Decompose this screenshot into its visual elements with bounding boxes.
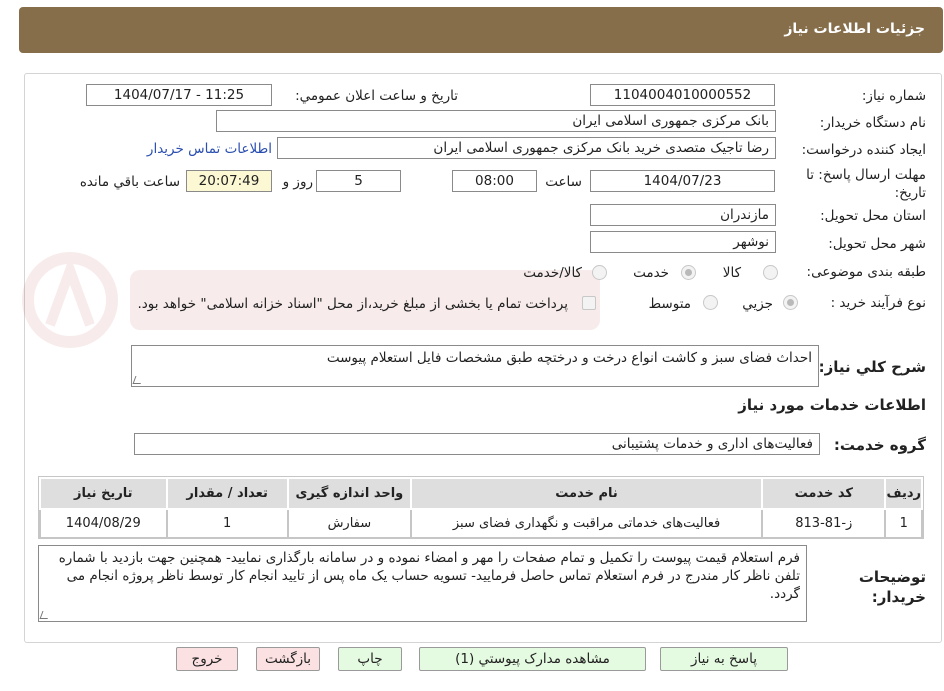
process-option-medium: متوسط	[648, 296, 691, 312]
treasury-note: پرداخت تمام یا بخشی از مبلغ خرید،از محل …	[137, 296, 568, 312]
column-header-row-number: رديف	[884, 477, 923, 510]
province-label: استان محل تحویل:	[820, 208, 926, 224]
services-table: رديف کد خدمت نام خدمت واحد اندازه گيری ت…	[38, 476, 924, 539]
summary-textarea: احداث فضای سبز و کاشت انواع درخت و درختچ…	[131, 345, 819, 387]
need-number-label: شماره نیاز:	[861, 88, 926, 104]
column-header-need-date: تاريخ نياز	[39, 477, 168, 510]
deadline-label: مهلت ارسال پاسخ: تا تاریخ:	[806, 167, 926, 201]
treasury-checkbox[interactable]	[582, 296, 596, 310]
cell-service-name: فعالیت‌های خدماتی مراقبت و نگهداری فضای …	[409, 508, 764, 538]
category-radio-goods-service[interactable]	[592, 265, 607, 280]
buyer-org-field: بانک مرکزی جمهوری اسلامی ایران	[216, 110, 776, 132]
category-option-goods-service: کالا/خدمت	[523, 265, 582, 281]
province-field: مازندران	[590, 204, 776, 226]
category-option-goods: کالا	[722, 265, 741, 281]
column-header-unit: واحد اندازه گيری	[286, 477, 412, 510]
process-label: نوع فرآیند خرید :	[830, 295, 926, 311]
page-title: جزئیات اطلاعات نیاز	[784, 21, 925, 37]
announce-field: 1404/07/17 - 11:25	[86, 84, 272, 106]
category-label: طبقه بندی موضوعی:	[806, 264, 926, 280]
city-label: شهر محل تحویل:	[828, 236, 926, 252]
exit-button[interactable]: خروج	[176, 647, 238, 671]
column-header-quantity: تعداد / مقدار	[165, 477, 289, 510]
column-header-service-code: کد خدمت	[761, 477, 887, 510]
buyer-notes-text: فرم استعلام قیمت پیوست را تکمیل و تمام ص…	[58, 550, 800, 602]
days-label: روز و	[282, 174, 313, 190]
header-bar: جزئیات اطلاعات نیاز	[19, 7, 943, 53]
category-option-service: خدمت	[633, 265, 669, 281]
cell-service-code: ز-81-813	[761, 508, 887, 538]
back-button[interactable]: بازگشت	[256, 647, 320, 671]
buyer-contact-link[interactable]: اطلاعات تماس خريدار	[147, 141, 272, 157]
remaining-label: ساعت باقي مانده	[79, 174, 180, 190]
view-attachments-button[interactable]: مشاهده مدارک پيوستي (1)	[419, 647, 646, 671]
time-label: ساعت	[545, 174, 582, 190]
remaining-time-field: 20:07:49	[186, 170, 272, 192]
buyer-notes-label: توضيحات خريدار:	[858, 568, 926, 606]
table-header-row: رديف کد خدمت نام خدمت واحد اندازه گيری ت…	[39, 477, 923, 510]
cell-unit: سفارش	[286, 508, 412, 538]
summary-text: احداث فضای سبز و کاشت انواع درخت و درختچ…	[326, 350, 812, 366]
deadline-time-field: 08:00	[452, 170, 537, 192]
requester-label: ايجاد کننده درخواست:	[801, 142, 926, 158]
buyer-notes-textarea: فرم استعلام قیمت پیوست را تکمیل و تمام ص…	[38, 545, 807, 622]
announce-label: تاریخ و ساعت اعلان عمومي:	[295, 88, 458, 104]
need-number-field: 1104004010000552	[590, 84, 775, 106]
cell-quantity: 1	[165, 508, 289, 538]
city-field: نوشهر	[590, 231, 776, 253]
summary-label: شرح كلي نياز:	[818, 358, 926, 376]
cell-need-date: 1404/08/29	[39, 508, 168, 538]
buyer-org-label: نام دستگاه خريدار:	[819, 115, 926, 131]
service-group-label: گروه خدمت:	[833, 436, 926, 454]
service-group-field: فعالیت‌های اداری و خدمات پشتیبانی	[134, 433, 820, 455]
deadline-date-field: 1404/07/23	[590, 170, 775, 192]
process-radio-medium[interactable]	[703, 295, 718, 310]
reply-button[interactable]: پاسخ به نياز	[660, 647, 788, 671]
resize-grip-icon[interactable]	[132, 376, 144, 384]
days-field: 5	[316, 170, 401, 192]
category-radio-goods[interactable]	[763, 265, 778, 280]
column-header-service-name: نام خدمت	[409, 477, 764, 510]
process-radio-minor[interactable]	[783, 295, 798, 310]
cell-row-number: 1	[884, 508, 923, 538]
category-radio-service[interactable]	[681, 265, 696, 280]
resize-grip-icon[interactable]	[39, 611, 51, 619]
services-section-title: اطلاعات خدمات مورد نياز	[738, 396, 926, 414]
requester-field: رضا تاجیک متصدی خرید بانک مرکزی جمهوری ا…	[277, 137, 776, 159]
table-row: 1 ز-81-813 فعالیت‌های خدماتی مراقبت و نگ…	[39, 508, 923, 538]
process-option-minor: جزیي	[742, 296, 773, 312]
print-button[interactable]: چاپ	[338, 647, 402, 671]
